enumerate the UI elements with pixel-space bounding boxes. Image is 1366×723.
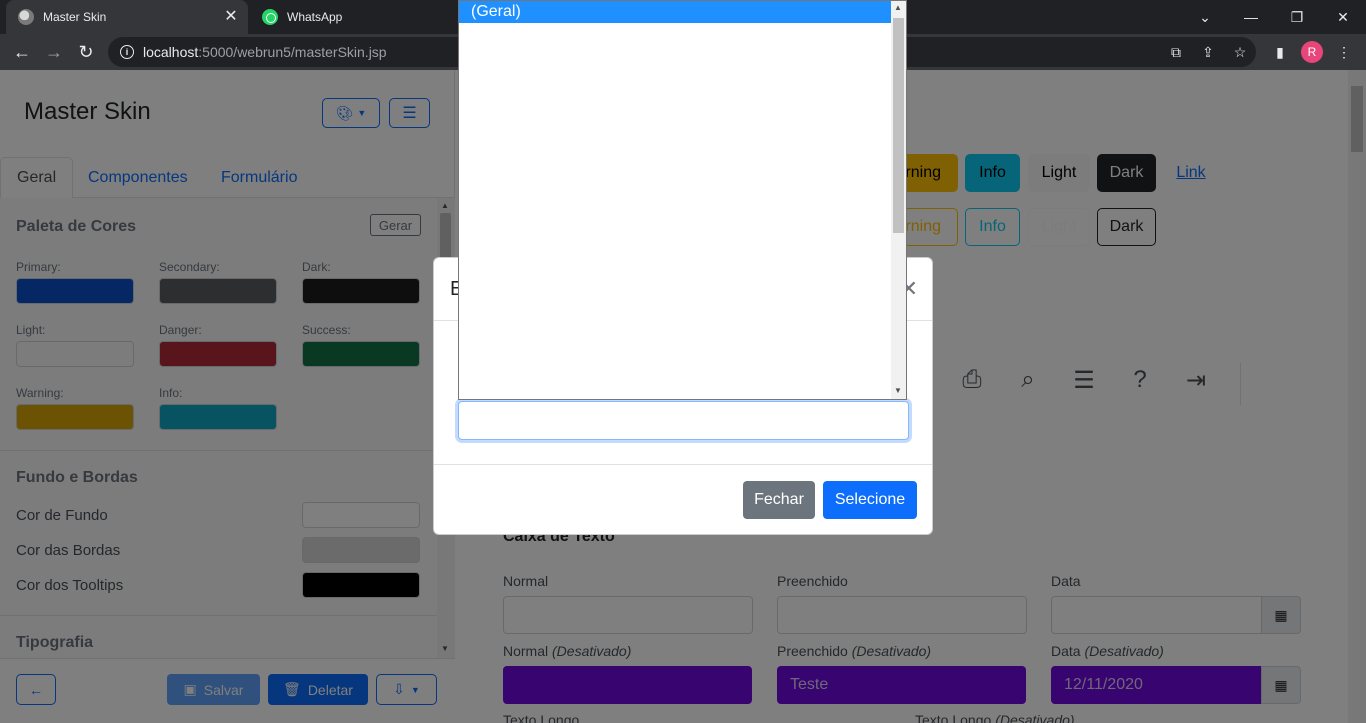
bookmark-star-icon[interactable]: ☆: [1230, 42, 1250, 62]
tab-title: Master Skin: [43, 10, 107, 24]
modal-footer: Fechar Selecione: [434, 464, 932, 534]
site-info-icon[interactable]: i: [120, 45, 134, 59]
browser-tab-whatsapp[interactable]: WhatsApp: [250, 0, 450, 34]
restore-icon[interactable]: ❐: [1274, 0, 1320, 34]
browser-tab-master-skin[interactable]: Master Skin ✕: [6, 0, 248, 34]
minimize-icon[interactable]: —: [1228, 0, 1274, 34]
share-icon[interactable]: ⇪: [1198, 42, 1218, 62]
scroll-down-icon[interactable]: ▼: [894, 386, 902, 395]
back-icon[interactable]: ←: [8, 38, 36, 66]
close-button[interactable]: Fechar: [743, 481, 815, 519]
scroll-up-icon[interactable]: ▲: [894, 3, 902, 12]
url-path: :5000/webrun5/masterSkin.jsp: [198, 44, 387, 60]
tab-title: WhatsApp: [287, 10, 343, 24]
kebab-menu-icon[interactable]: ⋮: [1334, 42, 1354, 62]
translate-icon[interactable]: ⧉: [1166, 42, 1186, 62]
modal-select-field[interactable]: [458, 401, 909, 440]
window-close-icon[interactable]: ✕: [1320, 0, 1366, 34]
url-host: localhost: [143, 44, 199, 60]
scrollbar-thumb[interactable]: [893, 18, 904, 233]
select-button[interactable]: Selecione: [823, 481, 917, 519]
globe-icon: [18, 9, 34, 25]
side-panel-icon[interactable]: ▮: [1270, 42, 1290, 62]
select-option-selected[interactable]: (Geral): [459, 1, 891, 23]
reload-icon[interactable]: ↻: [72, 38, 100, 66]
tab-search-icon[interactable]: ⌄: [1182, 0, 1228, 34]
whatsapp-icon: [262, 9, 278, 25]
forward-icon[interactable]: →: [40, 38, 68, 66]
select-scrollbar[interactable]: ▲ ▼: [891, 1, 906, 399]
avatar[interactable]: R: [1301, 41, 1323, 63]
select-dropdown-list[interactable]: (Geral) ▲ ▼: [458, 0, 907, 400]
close-icon[interactable]: ✕: [222, 8, 240, 26]
